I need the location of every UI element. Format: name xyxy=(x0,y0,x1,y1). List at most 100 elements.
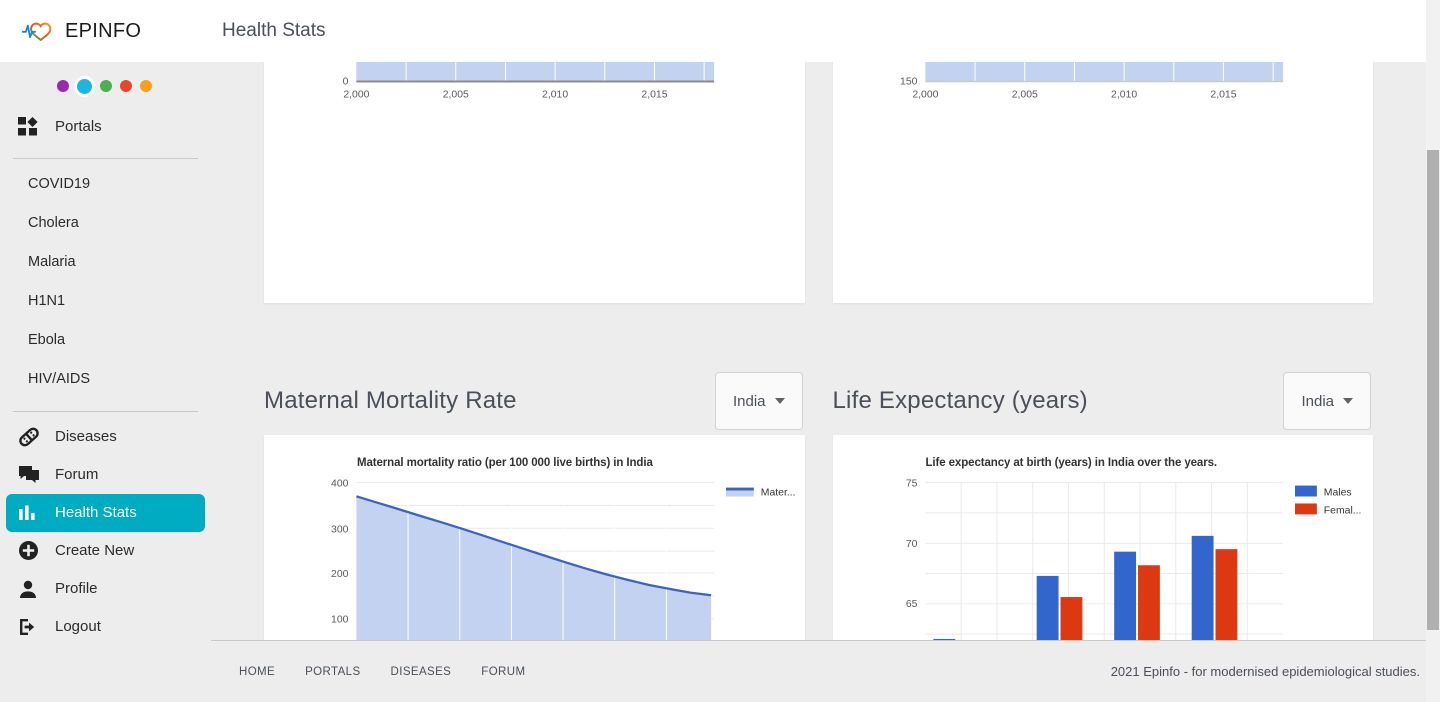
logout-icon xyxy=(18,617,42,637)
card-row-1: India xyxy=(211,62,1426,303)
brand[interactable]: EPINFO xyxy=(0,18,211,44)
sidebar-item-forum[interactable]: Forum xyxy=(6,456,205,494)
chat-icon xyxy=(18,465,42,485)
chart-card-1: 150 2,000 2,005 2,010 2,015 xyxy=(832,62,1373,303)
y-tick: 65 xyxy=(905,599,917,610)
portal-list: COVID19 Cholera Malaria H1N1 Ebola HIV/AIDS xyxy=(0,165,211,399)
portal-item-label: HIV/AIDS xyxy=(28,371,91,387)
bar-chart-icon xyxy=(18,503,42,523)
country-select-maternal[interactable]: India xyxy=(714,372,803,430)
y-tick: 300 xyxy=(331,524,349,535)
sidebar-item-diseases[interactable]: Diseases xyxy=(6,418,205,456)
main-content: India xyxy=(211,62,1426,702)
chevron-down-icon xyxy=(774,398,785,404)
x-tick: 2,005 xyxy=(1011,89,1037,100)
portal-item-cholera[interactable]: Cholera xyxy=(0,204,211,243)
portal-item-hiv-aids[interactable]: HIV/AIDS xyxy=(0,360,211,399)
card-header-2: Maternal Mortality Rate India xyxy=(264,367,805,435)
card-grid: India xyxy=(211,62,1426,702)
footer-link-portals[interactable]: PORTALS xyxy=(305,666,360,678)
brand-name: EPINFO xyxy=(65,19,142,42)
card-header-3: Life Expectancy (years) India xyxy=(833,367,1374,435)
page-scrollbar-thumb[interactable] xyxy=(1427,150,1439,630)
plus-circle-icon xyxy=(18,541,42,561)
x-tick: 2,005 xyxy=(443,89,469,100)
portal-item-covid19[interactable]: COVID19 xyxy=(0,165,211,204)
app-root: EPINFO Health Stats Portals COVID19 Chole… xyxy=(0,0,1440,702)
sidebar-divider xyxy=(13,157,198,159)
top-bar: EPINFO Health Stats xyxy=(0,0,1426,62)
dot-red[interactable] xyxy=(120,80,132,92)
portal-item-label: H1N1 xyxy=(28,293,66,309)
country-select-life-expectancy[interactable]: India xyxy=(1283,372,1371,430)
dot-orange[interactable] xyxy=(140,80,152,92)
legend-label: Mater... xyxy=(761,488,796,499)
legend-label: Males xyxy=(1323,488,1351,499)
footer: HOME PORTALS DISEASES FORUM 2021 Epinfo - f… xyxy=(211,640,1440,702)
page-title: Health Stats xyxy=(222,20,326,41)
card-title-maternal-mortality: Maternal Mortality Rate xyxy=(264,387,517,414)
sidebar-item-label: Create New xyxy=(55,542,135,559)
sidebar-item-logout[interactable]: Logout xyxy=(6,608,205,646)
sidebar-item-label: Logout xyxy=(55,618,101,635)
sidebar-item-label: Portals xyxy=(55,118,102,135)
legend-label: Femal... xyxy=(1323,505,1361,516)
y-tick: 400 xyxy=(331,479,349,490)
chevron-down-icon xyxy=(1343,398,1353,404)
x-tick: 2,010 xyxy=(542,89,568,100)
chart-card-0: 0 2,000 2,005 2,010 2,015 xyxy=(264,62,805,303)
footer-link-home[interactable]: HOME xyxy=(239,666,275,678)
sidebar-item-profile[interactable]: Profile xyxy=(6,570,205,608)
page-scrollbar-track[interactable] xyxy=(1426,0,1440,702)
x-tick: 2,015 xyxy=(641,89,667,100)
y-tick: 200 xyxy=(331,569,349,580)
footer-copyright: 2021 Epinfo - for modernised epidemiolog… xyxy=(1110,664,1420,679)
portal-item-ebola[interactable]: Ebola xyxy=(0,321,211,360)
x-tick: 2,015 xyxy=(1210,89,1236,100)
sidebar-item-label: Diseases xyxy=(55,428,117,445)
sidebar: Portals COVID19 Cholera Malaria H1N1 Ebola HI… xyxy=(0,62,211,702)
sidebar-item-create-new[interactable]: Create New xyxy=(6,532,205,570)
footer-link-forum[interactable]: FORUM xyxy=(481,666,525,678)
sidebar-item-label: Profile xyxy=(55,580,98,597)
sidebar-item-label: Forum xyxy=(55,466,99,483)
y-tick: 100 xyxy=(331,615,349,626)
chart-legend: Males Femal... xyxy=(1294,485,1361,516)
card-wrap-1: India xyxy=(832,62,1373,303)
sidebar-item-label: Health Stats xyxy=(55,504,137,521)
sidebar-item-portals[interactable]: Portals xyxy=(6,108,205,146)
portal-color-dots xyxy=(0,62,211,94)
x-tick: 2,000 xyxy=(912,89,938,100)
chart-legend: Mater... xyxy=(726,488,796,499)
dot-purple[interactable] xyxy=(57,80,69,92)
y-tick: 75 xyxy=(905,479,917,490)
portal-item-label: Cholera xyxy=(28,215,79,231)
portal-item-label: COVID19 xyxy=(28,176,91,192)
portal-item-malaria[interactable]: Malaria xyxy=(0,243,211,282)
grid-icon xyxy=(18,117,42,137)
portal-item-label: Malaria xyxy=(28,254,76,270)
portal-item-h1n1[interactable]: H1N1 xyxy=(0,282,211,321)
portal-item-label: Ebola xyxy=(28,332,66,348)
area-chart-top-right: 150 2,000 2,005 2,010 2,015 xyxy=(900,62,1283,100)
bandage-icon xyxy=(18,427,42,447)
x-tick: 2,010 xyxy=(1111,89,1137,100)
y-tick: 150 xyxy=(900,77,918,88)
card-wrap-0: India xyxy=(264,62,805,303)
sidebar-divider-2 xyxy=(13,410,198,412)
dot-cyan[interactable] xyxy=(77,78,92,94)
heart-pulse-icon xyxy=(22,22,52,42)
y-tick: 0 xyxy=(343,77,349,88)
x-tick: 2,000 xyxy=(343,89,369,100)
area-chart-top-left: 0 2,000 2,005 2,010 2,015 xyxy=(343,62,715,100)
main-nav-list: Diseases Forum Health Stats Create New Profi… xyxy=(0,418,211,646)
sidebar-item-health-stats[interactable]: Health Stats xyxy=(6,493,205,532)
card-title-life-expectancy: Life Expectancy (years) xyxy=(832,387,1088,414)
y-tick: 70 xyxy=(905,539,917,550)
dot-green[interactable] xyxy=(100,80,112,92)
footer-link-diseases[interactable]: DISEASES xyxy=(391,666,452,678)
country-select-value: India xyxy=(732,392,766,410)
country-select-value: India xyxy=(1301,392,1334,410)
person-icon xyxy=(18,579,42,599)
footer-links: HOME PORTALS DISEASES FORUM xyxy=(239,666,525,678)
